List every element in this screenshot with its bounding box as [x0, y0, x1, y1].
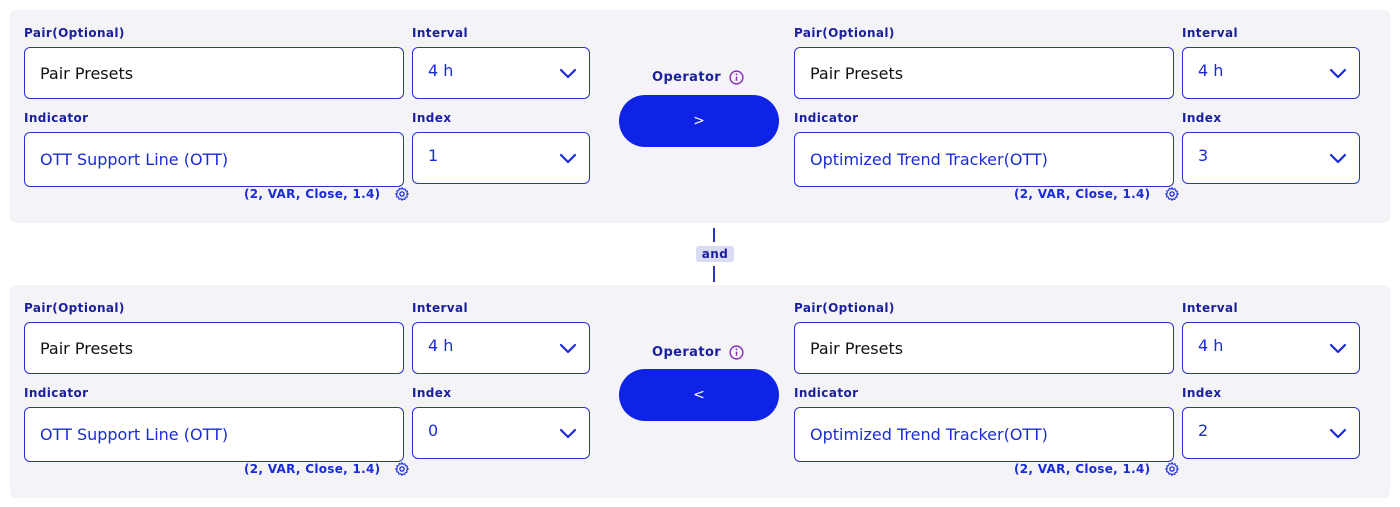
pair-input[interactable]: Pair Presets [794, 322, 1174, 374]
indicator-select[interactable]: Optimized Trend Tracker(OTT) [794, 407, 1174, 462]
interval-select-value: 4 h [428, 60, 454, 80]
indicator-label: Indicator [794, 111, 859, 125]
and-connector-badge[interactable]: and [696, 246, 734, 262]
gear-icon[interactable] [394, 186, 410, 202]
index-select[interactable]: 3 [1182, 132, 1360, 184]
indicator-params: (2, VAR, Close, 1.4) [1014, 461, 1180, 477]
index-select-value: 1 [428, 145, 439, 165]
pair-input-value: Pair Presets [810, 63, 904, 83]
indicator-label: Indicator [24, 111, 89, 125]
pair-input[interactable]: Pair Presets [24, 322, 404, 374]
gear-icon[interactable] [1164, 186, 1180, 202]
chevron-down-icon [1329, 343, 1347, 354]
operator-label-text: Operator [652, 70, 722, 85]
chevron-down-icon [559, 153, 577, 164]
right-operand: Pair(Optional) Interval Pair Presets 4 h… [794, 10, 1364, 223]
chevron-down-icon [1329, 428, 1347, 439]
pair-input[interactable]: Pair Presets [794, 47, 1174, 99]
left-operand: Pair(Optional) Interval Pair Presets 4 h… [24, 285, 594, 498]
pair-input-value: Pair Presets [40, 63, 134, 83]
chevron-down-icon [559, 343, 577, 354]
indicator-params-text: (2, VAR, Close, 1.4) [1014, 187, 1151, 201]
index-label: Index [1182, 386, 1222, 400]
pair-input-value: Pair Presets [40, 338, 134, 358]
indicator-params-text: (2, VAR, Close, 1.4) [244, 187, 381, 201]
pair-input-value: Pair Presets [810, 338, 904, 358]
index-select-value: 3 [1198, 145, 1209, 165]
pair-input[interactable]: Pair Presets [24, 47, 404, 99]
interval-label: Interval [1182, 301, 1239, 315]
chevron-down-icon [1329, 153, 1347, 164]
index-label: Index [1182, 111, 1222, 125]
index-select-value: 2 [1198, 420, 1209, 440]
interval-label: Interval [412, 26, 469, 40]
indicator-label: Indicator [794, 386, 859, 400]
right-operand: Pair(Optional) Interval Pair Presets 4 h… [794, 285, 1364, 498]
gear-icon[interactable] [1164, 461, 1180, 477]
pair-label: Pair(Optional) [24, 26, 125, 40]
index-select-value: 0 [428, 420, 439, 440]
indicator-params-text: (2, VAR, Close, 1.4) [244, 462, 381, 476]
pair-label: Pair(Optional) [794, 301, 895, 315]
operator-label: Operator [652, 345, 744, 360]
operator-label-text: Operator [652, 345, 722, 360]
indicator-select-value: Optimized Trend Tracker(OTT) [810, 150, 1048, 169]
interval-select[interactable]: 4 h [412, 322, 590, 374]
condition-panel-1: Pair(Optional) Interval Pair Presets 4 h… [10, 10, 1390, 223]
interval-select[interactable]: 4 h [1182, 322, 1360, 374]
interval-label: Interval [412, 301, 469, 315]
indicator-params: (2, VAR, Close, 1.4) [244, 186, 410, 202]
interval-select[interactable]: 4 h [1182, 47, 1360, 99]
index-label: Index [412, 386, 452, 400]
interval-select-value: 4 h [1198, 60, 1224, 80]
interval-label: Interval [1182, 26, 1239, 40]
gear-icon[interactable] [394, 461, 410, 477]
interval-select-value: 4 h [428, 335, 454, 355]
index-select[interactable]: 1 [412, 132, 590, 184]
interval-select[interactable]: 4 h [412, 47, 590, 99]
indicator-params: (2, VAR, Close, 1.4) [1014, 186, 1180, 202]
left-operand: Pair(Optional) Interval Pair Presets 4 h… [24, 10, 594, 223]
indicator-select[interactable]: OTT Support Line (OTT) [24, 132, 404, 187]
pair-label: Pair(Optional) [24, 301, 125, 315]
operator-label: Operator [652, 70, 744, 85]
connector-line-bottom [713, 266, 715, 282]
indicator-select-value: Optimized Trend Tracker(OTT) [810, 425, 1048, 444]
pair-label: Pair(Optional) [794, 26, 895, 40]
chevron-down-icon [1329, 68, 1347, 79]
indicator-select[interactable]: Optimized Trend Tracker(OTT) [794, 132, 1174, 187]
connector-line-top [713, 228, 715, 242]
info-icon[interactable] [729, 70, 744, 85]
indicator-params: (2, VAR, Close, 1.4) [244, 461, 410, 477]
interval-select-value: 4 h [1198, 335, 1224, 355]
index-label: Index [412, 111, 452, 125]
indicator-select[interactable]: OTT Support Line (OTT) [24, 407, 404, 462]
chevron-down-icon [559, 428, 577, 439]
index-select[interactable]: 0 [412, 407, 590, 459]
operator-button[interactable]: > [619, 95, 779, 147]
condition-panel-2: Pair(Optional) Interval Pair Presets 4 h… [10, 285, 1390, 498]
chevron-down-icon [559, 68, 577, 79]
operator-button[interactable]: < [619, 369, 779, 421]
indicator-label: Indicator [24, 386, 89, 400]
info-icon[interactable] [729, 345, 744, 360]
indicator-select-value: OTT Support Line (OTT) [40, 150, 229, 169]
indicator-params-text: (2, VAR, Close, 1.4) [1014, 462, 1151, 476]
indicator-select-value: OTT Support Line (OTT) [40, 425, 229, 444]
index-select[interactable]: 2 [1182, 407, 1360, 459]
